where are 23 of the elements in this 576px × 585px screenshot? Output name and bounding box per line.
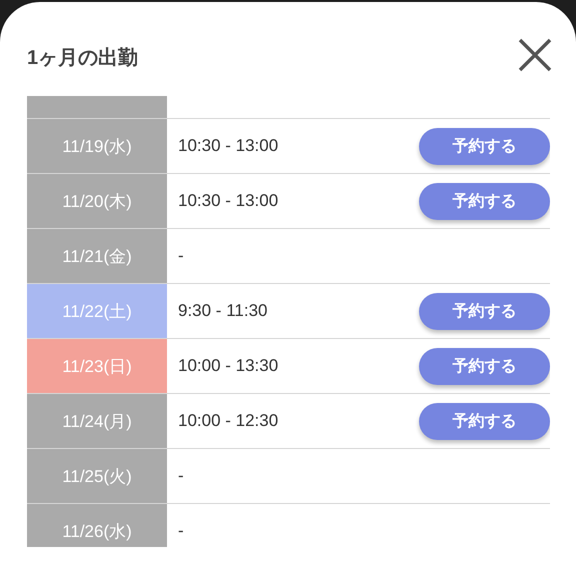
time-text: 10:30 - 13:00 xyxy=(178,136,278,156)
time-text: - xyxy=(178,466,184,486)
date-cell: 11/19(水) xyxy=(27,119,167,173)
time-text: 10:30 - 13:00 xyxy=(178,191,278,211)
reserve-button[interactable]: 予約する xyxy=(419,128,550,164)
close-icon[interactable] xyxy=(518,38,552,72)
time-text: 10:00 - 12:30 xyxy=(178,411,278,431)
date-cell: 11/24(月) xyxy=(27,394,167,448)
date-cell: 11/23(日) xyxy=(27,339,167,393)
time-text: - xyxy=(178,521,184,541)
reserve-button[interactable]: 予約する xyxy=(419,402,550,440)
dialog-title: 1ヶ月の出勤 xyxy=(27,46,138,70)
time-text: 10:00 - 13:30 xyxy=(178,356,278,376)
time-text: - xyxy=(178,246,184,266)
date-cell: 11/25(火) xyxy=(27,449,167,503)
date-cell: 11/26(水) xyxy=(27,504,167,547)
date-cell: 11/20(木) xyxy=(27,174,167,228)
date-cell: 11/22(土) xyxy=(27,284,167,338)
reserve-button[interactable]: 予約する xyxy=(419,182,550,220)
reserve-button[interactable]: 予約する xyxy=(419,348,550,384)
time-text: 9:30 - 11:30 xyxy=(178,301,268,321)
date-cell: 11/21(金) xyxy=(27,229,167,283)
reserve-button[interactable]: 予約する xyxy=(419,292,550,330)
